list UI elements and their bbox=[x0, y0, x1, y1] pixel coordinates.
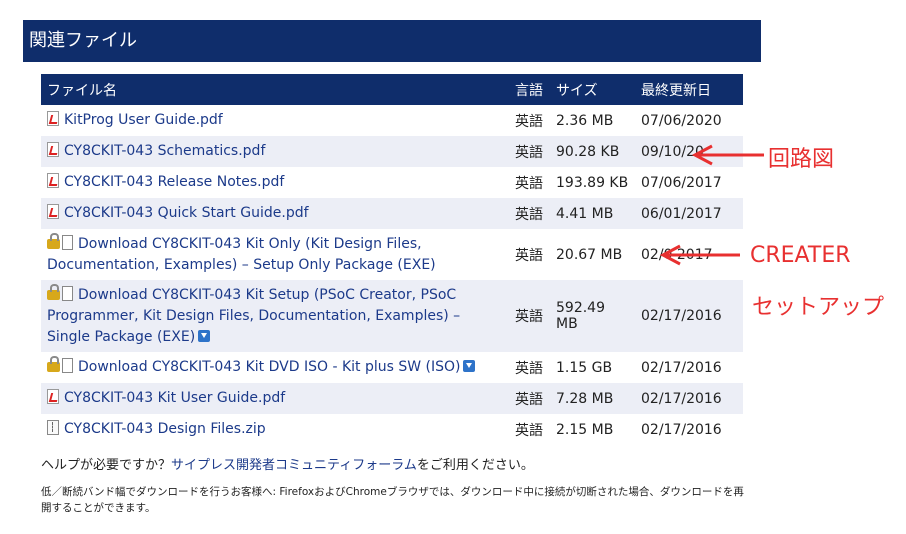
annotation-schematic: 回路図 bbox=[768, 147, 835, 172]
arrow-to-kit-only bbox=[659, 244, 740, 266]
annotation-setup: セットアップ bbox=[752, 295, 885, 320]
arrow-to-schematics bbox=[691, 144, 764, 166]
annotation-creater: CREATER bbox=[750, 243, 851, 268]
